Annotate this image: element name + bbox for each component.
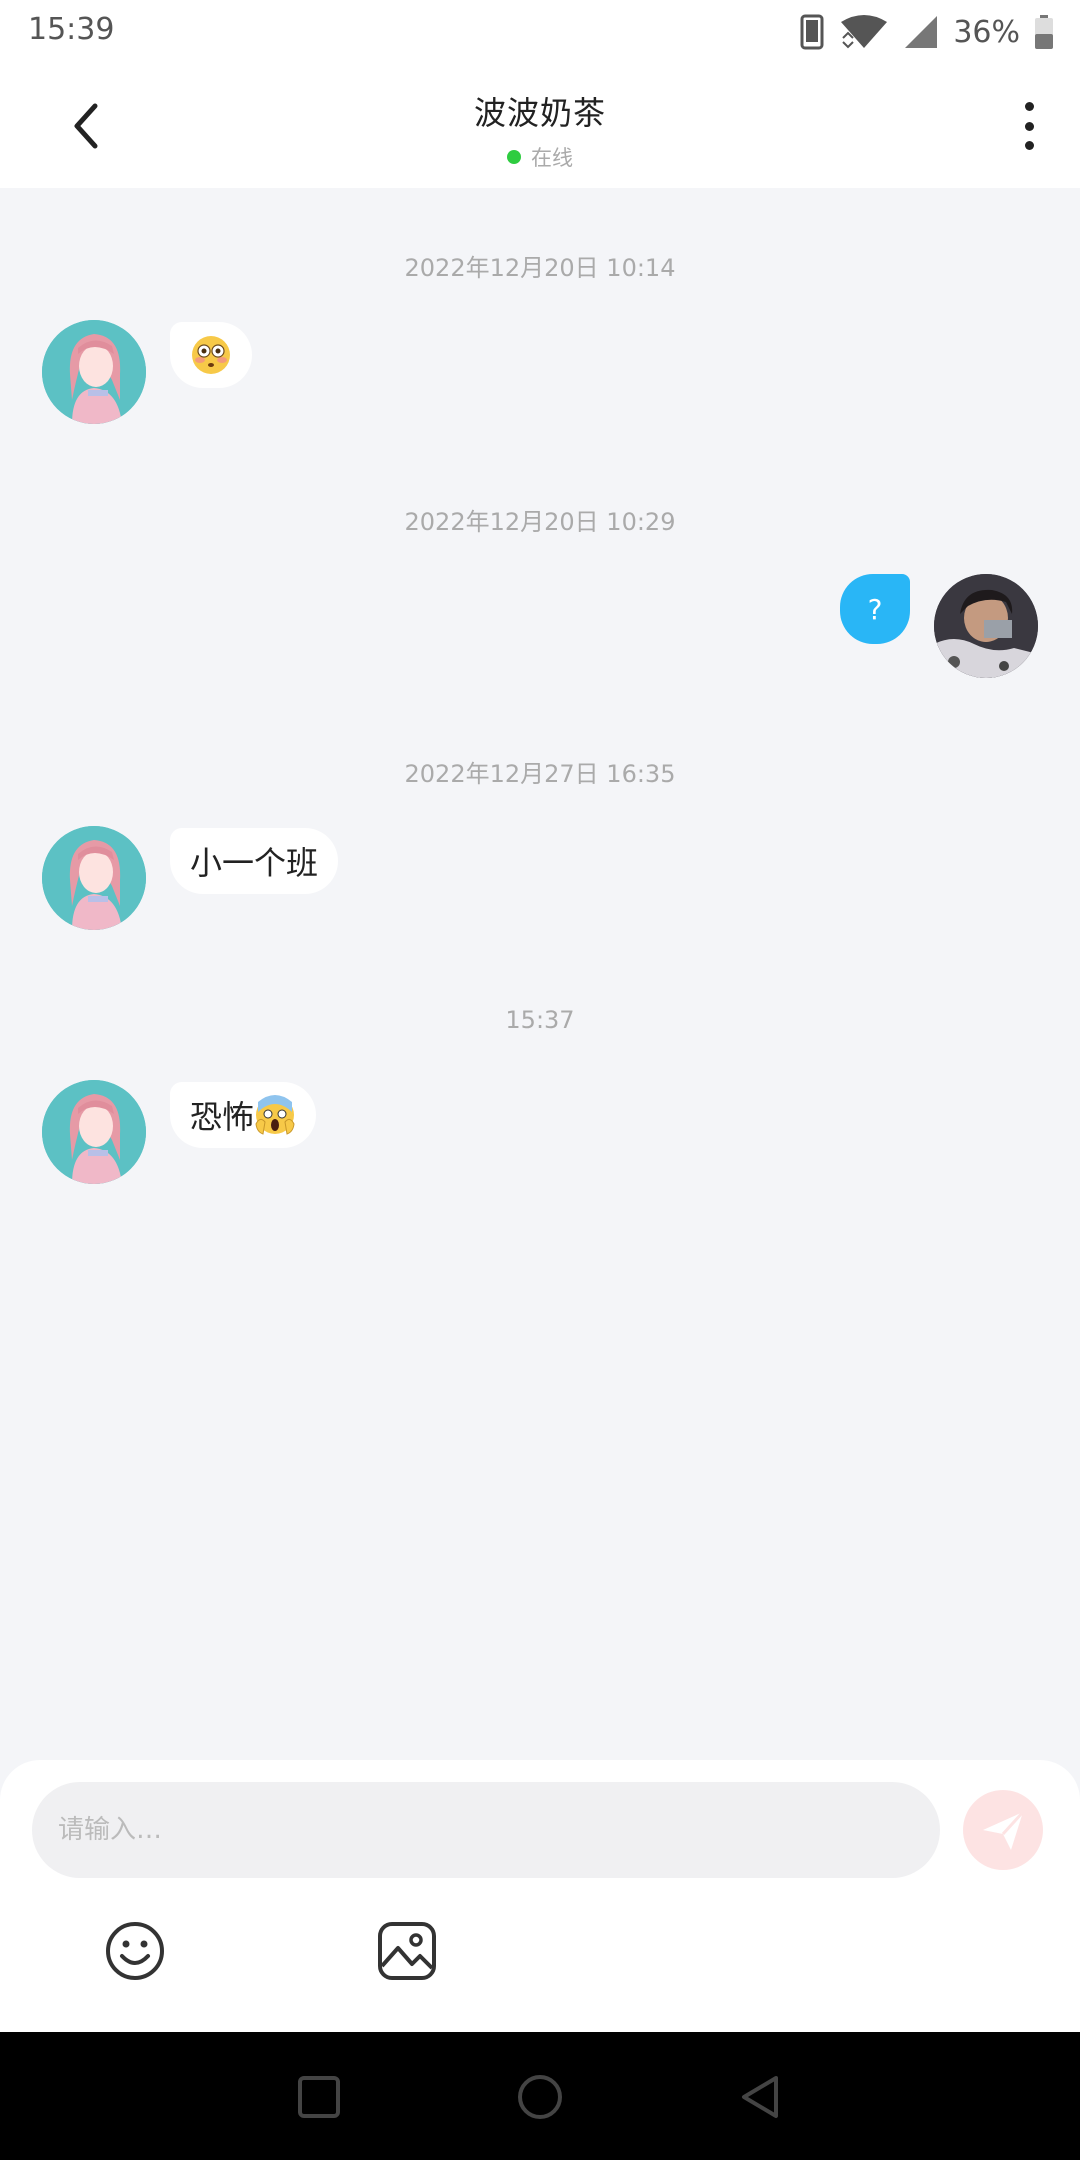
online-dot-icon [507, 150, 521, 164]
emoji-button[interactable] [104, 1920, 166, 1982]
more-vertical-icon [1024, 102, 1034, 111]
message-bubble-outgoing[interactable]: ? [840, 574, 910, 644]
chat-header: 波波奶茶 在线 [0, 64, 1080, 188]
screaming-face-icon [255, 1095, 295, 1135]
message-timestamp: 15:37 [505, 1006, 575, 1034]
my-avatar[interactable] [934, 574, 1038, 678]
chevron-left-icon [74, 103, 98, 149]
wifi-icon [841, 15, 888, 49]
message-list[interactable]: 2022年12月20日 10:14 2022年12月20日 10:29 ? 20… [0, 188, 1080, 1760]
triangle-back-icon [742, 2076, 778, 2118]
message-bubble-incoming[interactable] [170, 322, 252, 388]
emoji-icon [106, 1922, 164, 1980]
status-time: 15:39 [28, 12, 115, 47]
contact-avatar[interactable] [42, 1080, 146, 1184]
message-bubble-incoming[interactable]: 恐怖 [170, 1082, 317, 1148]
battery-icon [1035, 15, 1053, 49]
message-bubble-incoming[interactable]: 小一个班 [170, 828, 339, 894]
phone-icon [800, 14, 824, 50]
home-button[interactable] [515, 2072, 565, 2122]
avatar-girl-image [42, 1080, 146, 1184]
message-text: 恐怖 [190, 1098, 255, 1136]
online-status: 在线 [340, 142, 740, 172]
system-nav-bar [0, 2032, 1080, 2160]
message-timestamp: 2022年12月27日 16:35 [404, 760, 676, 788]
square-icon [298, 2076, 340, 2118]
avatar-photo-image [934, 574, 1038, 678]
circle-icon [518, 2075, 562, 2119]
signal-icon [905, 16, 938, 48]
message-input[interactable] [32, 1782, 940, 1878]
message-timestamp: 2022年12月20日 10:14 [404, 254, 676, 282]
avatar-girl-image [42, 320, 146, 424]
send-icon [983, 1810, 1025, 1850]
message-timestamp: 2022年12月20日 10:29 [404, 508, 676, 536]
contact-avatar[interactable] [42, 826, 146, 930]
message-text: 小一个班 [190, 844, 319, 882]
battery-percent: 36% [953, 14, 1020, 50]
chat-title-block: 波波奶茶 在线 [340, 88, 740, 172]
online-status-text: 在线 [531, 146, 573, 170]
flushed-face-icon [192, 336, 230, 374]
contact-avatar[interactable] [42, 320, 146, 424]
status-icons: 36% [799, 10, 1054, 54]
status-bar: 15:39 36% [0, 0, 1080, 64]
image-button[interactable] [376, 1920, 438, 1982]
composer [0, 1760, 1080, 2032]
send-button[interactable] [963, 1790, 1043, 1870]
more-options-button[interactable] [1014, 98, 1044, 154]
avatar-girl-image [42, 826, 146, 930]
chat-title: 波波奶茶 [473, 94, 606, 132]
image-icon [378, 1922, 436, 1980]
nav-back-button[interactable] [736, 2072, 786, 2122]
back-button[interactable] [56, 94, 116, 158]
recents-button[interactable] [294, 2072, 344, 2122]
